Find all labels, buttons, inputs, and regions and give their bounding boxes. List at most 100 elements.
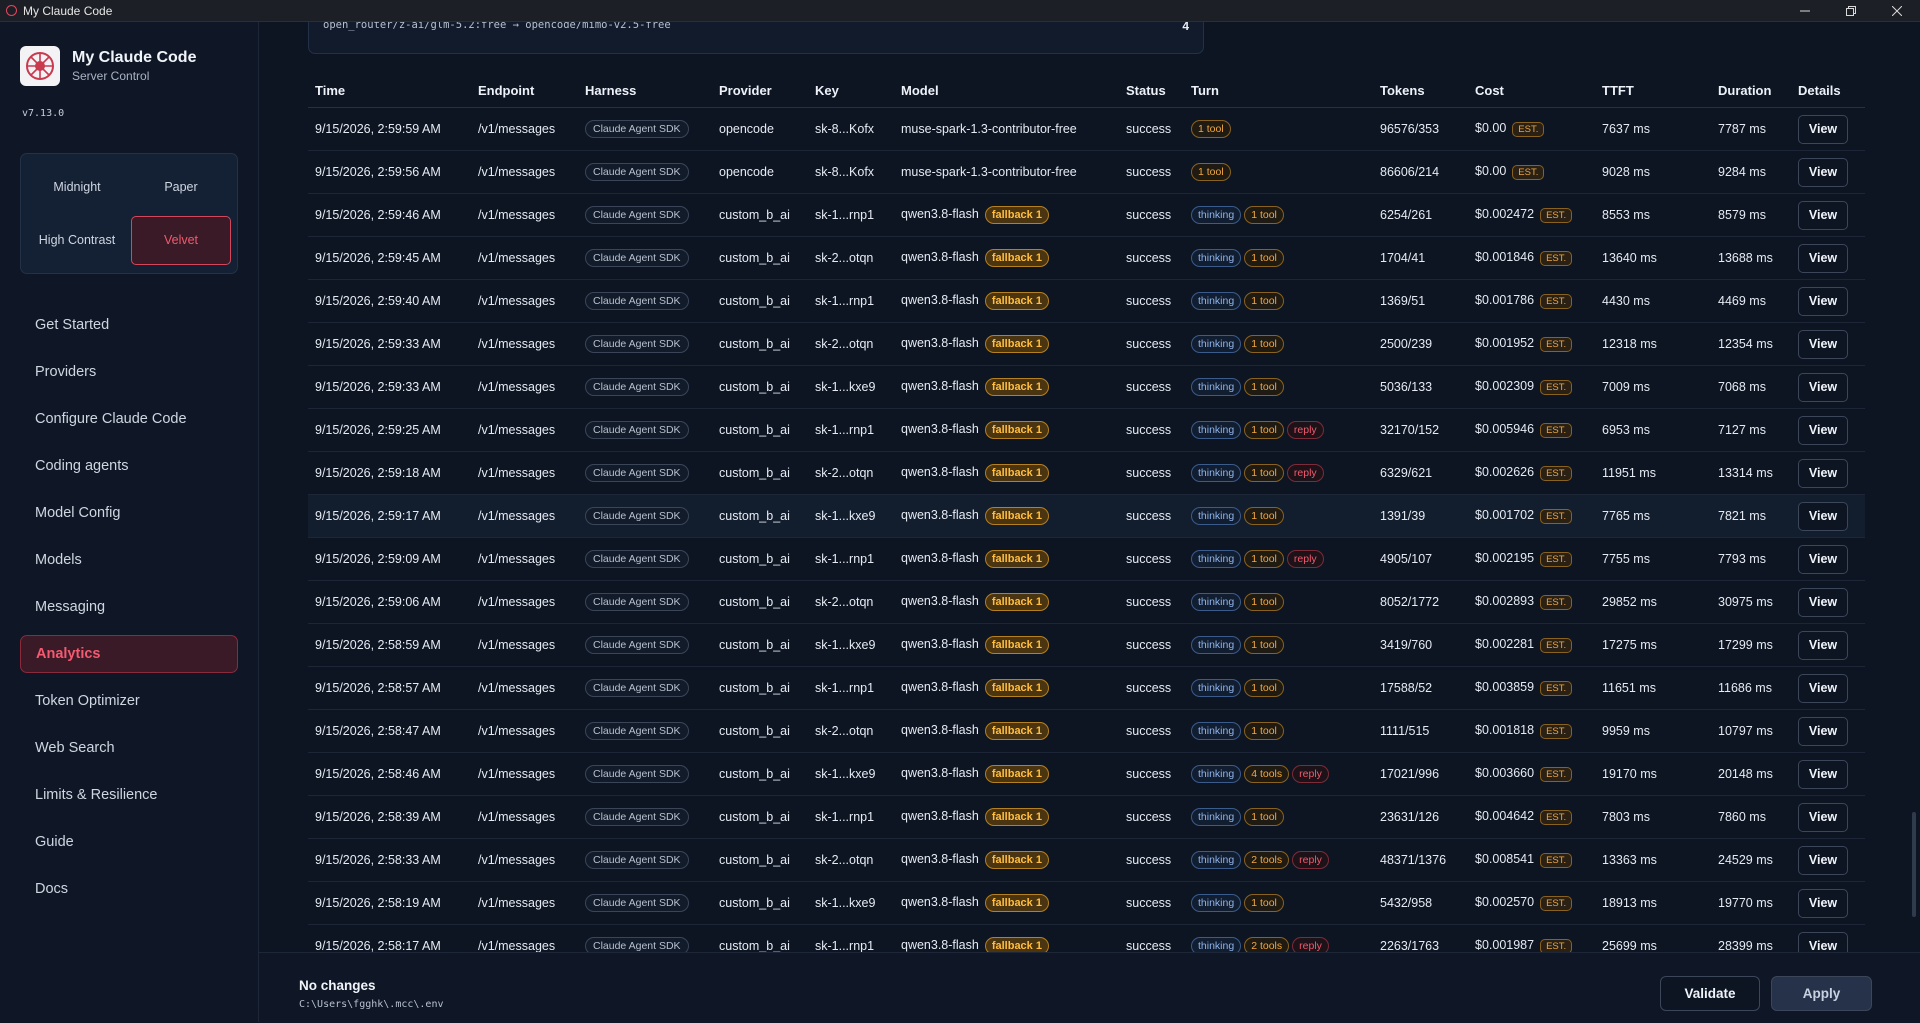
- cell-model: qwen3.8-flash fallback 1: [894, 451, 1119, 495]
- view-details-button[interactable]: View: [1798, 759, 1848, 789]
- table-row[interactable]: 9/15/2026, 2:59:46 AM/v1/messages Claude …: [308, 193, 1865, 237]
- table-row[interactable]: 9/15/2026, 2:59:45 AM/v1/messages Claude …: [308, 236, 1865, 280]
- thinking-badge: thinking: [1191, 851, 1242, 869]
- column-header-details[interactable]: Details: [1791, 73, 1865, 108]
- column-header-provider[interactable]: Provider: [712, 73, 808, 108]
- sidebar-item-docs[interactable]: Docs: [20, 870, 238, 908]
- view-details-button[interactable]: View: [1798, 286, 1848, 316]
- cell-time: 9/15/2026, 2:59:06 AM: [308, 580, 471, 624]
- sidebar-item-limits-resilience[interactable]: Limits & Resilience: [20, 776, 238, 814]
- cell-provider: custom_b_ai: [712, 537, 808, 581]
- cell-duration: 17299 ms: [1711, 623, 1791, 667]
- sidebar-item-providers[interactable]: Providers: [20, 353, 238, 391]
- sidebar-item-coding-agents[interactable]: Coding agents: [20, 447, 238, 485]
- table-row[interactable]: 9/15/2026, 2:59:59 AM/v1/messages Claude …: [308, 107, 1865, 151]
- cell-key: sk-1...rnp1: [808, 924, 894, 952]
- column-header-tokens[interactable]: Tokens: [1373, 73, 1468, 108]
- cell-cost: $0.008541 EST.: [1468, 838, 1595, 882]
- tool-count-badge: 1 tool: [1244, 894, 1284, 912]
- view-details-button[interactable]: View: [1798, 544, 1848, 574]
- view-details-button[interactable]: View: [1798, 673, 1848, 703]
- cell-details: View: [1791, 752, 1865, 796]
- fallback-badge: fallback 1: [984, 894, 1049, 912]
- table-row[interactable]: 9/15/2026, 2:59:25 AM/v1/messages Claude …: [308, 408, 1865, 452]
- cell-duration: 20148 ms: [1711, 752, 1791, 796]
- column-header-key[interactable]: Key: [808, 73, 894, 108]
- sidebar-item-analytics[interactable]: Analytics: [20, 635, 238, 673]
- view-details-button[interactable]: View: [1798, 200, 1848, 230]
- cell-duration: 12354 ms: [1711, 322, 1791, 366]
- cell-time: 9/15/2026, 2:59:56 AM: [308, 150, 471, 194]
- column-header-turn[interactable]: Turn: [1184, 73, 1373, 108]
- cell-time: 9/15/2026, 2:59:18 AM: [308, 451, 471, 495]
- fallback-route-text: open_router/z-ai/glm-5.2:free → opencode…: [323, 22, 671, 31]
- table-row[interactable]: 9/15/2026, 2:59:56 AM/v1/messages Claude …: [308, 150, 1865, 194]
- table-row[interactable]: 9/15/2026, 2:58:46 AM/v1/messages Claude …: [308, 752, 1865, 796]
- view-details-button[interactable]: View: [1798, 372, 1848, 402]
- table-row[interactable]: 9/15/2026, 2:58:33 AM/v1/messages Claude …: [308, 838, 1865, 882]
- theme-high-contrast-button[interactable]: High Contrast: [27, 216, 127, 266]
- view-details-button[interactable]: View: [1798, 157, 1848, 187]
- column-header-model[interactable]: Model: [894, 73, 1119, 108]
- view-details-button[interactable]: View: [1798, 716, 1848, 746]
- view-details-button[interactable]: View: [1798, 802, 1848, 832]
- sidebar-item-get-started[interactable]: Get Started: [20, 306, 238, 344]
- scrollbar-thumb[interactable]: [1912, 812, 1916, 917]
- restore-button[interactable]: [1828, 0, 1874, 21]
- table-row[interactable]: 9/15/2026, 2:58:19 AM/v1/messages Claude …: [308, 881, 1865, 925]
- column-header-harness[interactable]: Harness: [578, 73, 712, 108]
- view-details-button[interactable]: View: [1798, 587, 1848, 617]
- table-row[interactable]: 9/15/2026, 2:58:17 AM/v1/messages Claude …: [308, 924, 1865, 952]
- table-row[interactable]: 9/15/2026, 2:59:09 AM/v1/messages Claude …: [308, 537, 1865, 581]
- column-header-duration[interactable]: Duration: [1711, 73, 1791, 108]
- cell-turn: thinking 1 tool reply: [1184, 537, 1373, 581]
- column-header-ttft[interactable]: TTFT: [1595, 73, 1711, 108]
- apply-button[interactable]: Apply: [1771, 976, 1872, 1011]
- cell-turn: thinking 1 tool: [1184, 623, 1373, 667]
- table-row[interactable]: 9/15/2026, 2:58:59 AM/v1/messages Claude …: [308, 623, 1865, 667]
- table-row[interactable]: 9/15/2026, 2:59:18 AM/v1/messages Claude …: [308, 451, 1865, 495]
- sidebar-item-web-search[interactable]: Web Search: [20, 729, 238, 767]
- column-header-status[interactable]: Status: [1119, 73, 1184, 108]
- fallback-badge: fallback 1: [984, 249, 1049, 267]
- sidebar-item-models[interactable]: Models: [20, 541, 238, 579]
- minimize-icon: [1800, 10, 1810, 11]
- view-details-button[interactable]: View: [1798, 501, 1848, 531]
- harness-badge: Claude Agent SDK: [585, 421, 689, 439]
- validate-button[interactable]: Validate: [1660, 976, 1760, 1011]
- table-row[interactable]: 9/15/2026, 2:59:06 AM/v1/messages Claude …: [308, 580, 1865, 624]
- theme-paper-button[interactable]: Paper: [131, 162, 231, 212]
- table-row[interactable]: 9/15/2026, 2:59:17 AM/v1/messages Claude …: [308, 494, 1865, 538]
- tool-count-badge: 1 tool: [1244, 808, 1284, 826]
- view-details-button[interactable]: View: [1798, 845, 1848, 875]
- column-header-cost[interactable]: Cost: [1468, 73, 1595, 108]
- table-row[interactable]: 9/15/2026, 2:59:33 AM/v1/messages Claude …: [308, 322, 1865, 366]
- fallback-badge: fallback 1: [984, 206, 1049, 224]
- sidebar-item-token-optimizer[interactable]: Token Optimizer: [20, 682, 238, 720]
- theme-midnight-button[interactable]: Midnight: [27, 162, 127, 212]
- cell-ttft: 4430 ms: [1595, 279, 1711, 323]
- view-details-button[interactable]: View: [1798, 931, 1848, 952]
- sidebar-item-configure-claude-code[interactable]: Configure Claude Code: [20, 400, 238, 438]
- table-row[interactable]: 9/15/2026, 2:58:57 AM/v1/messages Claude …: [308, 666, 1865, 710]
- view-details-button[interactable]: View: [1798, 329, 1848, 359]
- sidebar-item-model-config[interactable]: Model Config: [20, 494, 238, 532]
- view-details-button[interactable]: View: [1798, 630, 1848, 660]
- close-window-button[interactable]: [1874, 0, 1920, 21]
- sidebar-item-guide[interactable]: Guide: [20, 823, 238, 861]
- column-header-endpoint[interactable]: Endpoint: [471, 73, 578, 108]
- table-row[interactable]: 9/15/2026, 2:58:39 AM/v1/messages Claude …: [308, 795, 1865, 839]
- sidebar-item-messaging[interactable]: Messaging: [20, 588, 238, 626]
- theme-velvet-button[interactable]: Velvet: [131, 215, 231, 265]
- view-details-button[interactable]: View: [1798, 415, 1848, 445]
- view-details-button[interactable]: View: [1798, 243, 1848, 273]
- table-row[interactable]: 9/15/2026, 2:59:33 AM/v1/messages Claude …: [308, 365, 1865, 409]
- table-row[interactable]: 9/15/2026, 2:58:47 AM/v1/messages Claude …: [308, 709, 1865, 753]
- view-details-button[interactable]: View: [1798, 458, 1848, 488]
- view-details-button[interactable]: View: [1798, 888, 1848, 918]
- table-row[interactable]: 9/15/2026, 2:59:40 AM/v1/messages Claude …: [308, 279, 1865, 323]
- column-header-time[interactable]: Time: [308, 73, 471, 108]
- view-details-button[interactable]: View: [1798, 114, 1848, 144]
- cell-details: View: [1791, 236, 1865, 280]
- minimize-button[interactable]: [1782, 0, 1828, 21]
